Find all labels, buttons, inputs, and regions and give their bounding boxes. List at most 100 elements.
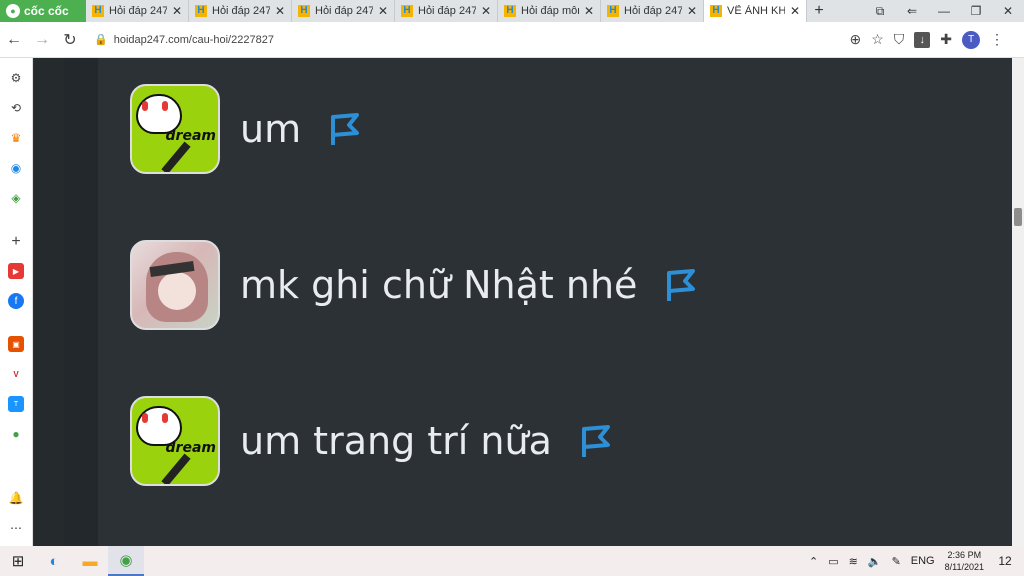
search-tabs-icon[interactable]: ⧉ [864, 4, 896, 19]
report-flag-icon[interactable] [580, 423, 612, 459]
scrollbar-thumb[interactable] [1014, 208, 1022, 226]
windows-start-icon[interactable]: ⊞ [0, 546, 36, 576]
profile-avatar[interactable]: T [962, 30, 980, 49]
dream-avatar[interactable]: dream [130, 84, 220, 174]
youtube-icon[interactable]: ▶ [8, 263, 24, 279]
extensions-puzzle-icon[interactable]: ✚ [940, 31, 952, 48]
coccoc-taskbar-icon[interactable]: ◉ [108, 546, 144, 576]
battery-icon[interactable]: ▭ [828, 555, 838, 568]
facebook-icon[interactable]: f [8, 293, 24, 309]
browser-tab[interactable]: H Hỏi đáp 247 ✕ [601, 0, 704, 22]
tab-title: Hỏi đáp 247 [624, 5, 682, 17]
hoidap-favicon-icon: H [607, 5, 619, 17]
anime-avatar[interactable] [130, 240, 220, 330]
chevron-up-icon[interactable]: ⌃ [809, 555, 818, 568]
hoidap-favicon-icon: H [504, 5, 516, 17]
hoidap-favicon-icon: H [92, 5, 104, 17]
add-icon[interactable]: + [8, 233, 24, 250]
brand-name: cốc cốc [24, 4, 69, 18]
avatar-eye [142, 101, 148, 111]
browser-tab[interactable]: H Hỏi đáp 247 ✕ [189, 0, 292, 22]
close-tab-icon[interactable]: ✕ [790, 4, 800, 18]
messenger-icon[interactable]: ◉ [8, 160, 24, 176]
coccoc-green-icon[interactable]: ● [8, 426, 24, 442]
hoidap-favicon-icon: H [401, 5, 413, 17]
forward-icon[interactable]: → [28, 31, 56, 49]
pen-icon[interactable]: ✎ [892, 555, 901, 568]
volume-icon[interactable]: 🔈 [868, 555, 882, 568]
report-flag-icon[interactable] [329, 111, 361, 147]
message-text: mk ghi chữ Nhật nhé [240, 263, 638, 307]
scrollbar-track[interactable] [1012, 58, 1024, 546]
tab-title: Hỏi đáp 247 [109, 5, 167, 17]
more-dots-icon[interactable]: ⋯ [8, 520, 24, 536]
settings-gear-icon[interactable]: ⚙ [8, 70, 24, 86]
close-tab-icon[interactable]: ✕ [172, 4, 182, 18]
crown-icon[interactable]: ♛ [8, 130, 24, 146]
page-content: dream um mk ghi chữ Nhật nhé dream um tr… [34, 58, 1012, 546]
back-icon[interactable]: ← [0, 31, 28, 49]
hoidap-favicon-icon: H [195, 5, 207, 17]
avatar-eye [162, 101, 168, 111]
notification-center-icon[interactable]: 12 [994, 550, 1016, 572]
lock-icon[interactable]: 🔒 [94, 33, 108, 46]
dream-avatar[interactable]: dream [130, 396, 220, 486]
clock-date: 8/11/2021 [944, 562, 984, 572]
language-indicator[interactable]: ENG [911, 555, 935, 567]
file-explorer-icon[interactable]: ▬ [72, 546, 108, 576]
close-tab-icon[interactable]: ✕ [687, 4, 697, 18]
avatar-sword [161, 453, 191, 484]
close-tab-icon[interactable]: ✕ [378, 4, 388, 18]
browser-tab[interactable]: H Hỏi đáp 247 ✕ [395, 0, 498, 22]
browser-tab[interactable]: H Hỏi đáp môn ✕ [498, 0, 601, 22]
game-controller-icon[interactable]: ◈ [8, 190, 24, 206]
browser-tab[interactable]: H Hỏi đáp 247 ✕ [86, 0, 189, 22]
chat-message: mk ghi chữ Nhật nhé [130, 240, 697, 330]
window-controls: ⧉ ⇐ — ❐ ✕ [864, 0, 1024, 22]
shopping-icon[interactable]: ▣ [8, 336, 24, 352]
zoom-icon[interactable]: ⊕ [849, 31, 861, 48]
avatar-text: dream [165, 440, 216, 456]
tab-title: Hỏi đáp 247 [418, 5, 476, 17]
tiki-icon[interactable]: T [8, 396, 24, 412]
reload-icon[interactable]: ↻ [56, 30, 84, 50]
coccoc-logo-icon: ● [6, 4, 20, 18]
menu-dots-icon[interactable]: ⋮ [990, 31, 1004, 48]
avatar-eye [162, 413, 168, 423]
url-text[interactable]: hoidap247.com/cau-hoi/2227827 [114, 34, 274, 46]
clock[interactable]: 2:36 PM 8/11/2021 [945, 549, 984, 573]
toolbar-actions: ⊕ ☆ ⛉ ↓ ✚ T ⋮ [849, 30, 1024, 49]
back-arrow-tray-icon[interactable]: ⇐ [896, 4, 928, 18]
close-window-icon[interactable]: ✕ [992, 4, 1024, 18]
address-bar[interactable]: 🔒 hoidap247.com/cau-hoi/2227827 [94, 27, 804, 53]
notification-bell-icon[interactable]: 🔔 [8, 490, 24, 506]
vtv-icon[interactable]: V [8, 366, 24, 382]
wifi-icon[interactable]: ≋ [849, 555, 858, 568]
tab-title: Hỏi đáp môn [521, 5, 579, 17]
restore-icon[interactable]: ❐ [960, 4, 992, 18]
browser-toolbar: ← → ↻ 🔒 hoidap247.com/cau-hoi/2227827 ⊕ … [0, 22, 1024, 58]
minimize-icon[interactable]: — [928, 4, 960, 18]
close-tab-icon[interactable]: ✕ [584, 4, 594, 18]
browser-tab-active[interactable]: H VẼ ẢNH KHA ✕ [704, 0, 807, 22]
new-tab-button[interactable]: + [807, 0, 831, 22]
tab-title: VẼ ẢNH KHA [727, 5, 785, 17]
message-text: um trang trí nữa [240, 419, 552, 463]
coccoc-menu-button[interactable]: ● cốc cốc [0, 0, 86, 22]
edge-browser-icon[interactable]: ◐ [36, 546, 72, 576]
left-gutter [34, 58, 64, 546]
download-icon[interactable]: ↓ [914, 31, 931, 48]
browser-tab[interactable]: H Hỏi đáp 247 ✕ [292, 0, 395, 22]
left-gutter-inner [64, 58, 98, 546]
hoidap-favicon-icon: H [710, 5, 722, 17]
system-tray: ⌃ ▭ ≋ 🔈 ✎ ENG 2:36 PM 8/11/2021 12 [809, 549, 1024, 573]
close-tab-icon[interactable]: ✕ [275, 4, 285, 18]
history-icon[interactable]: ⟲ [8, 100, 24, 116]
hoidap-favicon-icon: H [298, 5, 310, 17]
bookmark-star-icon[interactable]: ☆ [871, 31, 884, 48]
tab-title: Hỏi đáp 247 [315, 5, 373, 17]
close-tab-icon[interactable]: ✕ [481, 4, 491, 18]
sidebar: ⚙ ⟲ ♛ ◉ ◈ + ▶ f ▣ V T ● 🔔 ⋯ [0, 58, 33, 546]
shield-icon[interactable]: ⛉ [894, 31, 905, 48]
report-flag-icon[interactable] [665, 267, 697, 303]
